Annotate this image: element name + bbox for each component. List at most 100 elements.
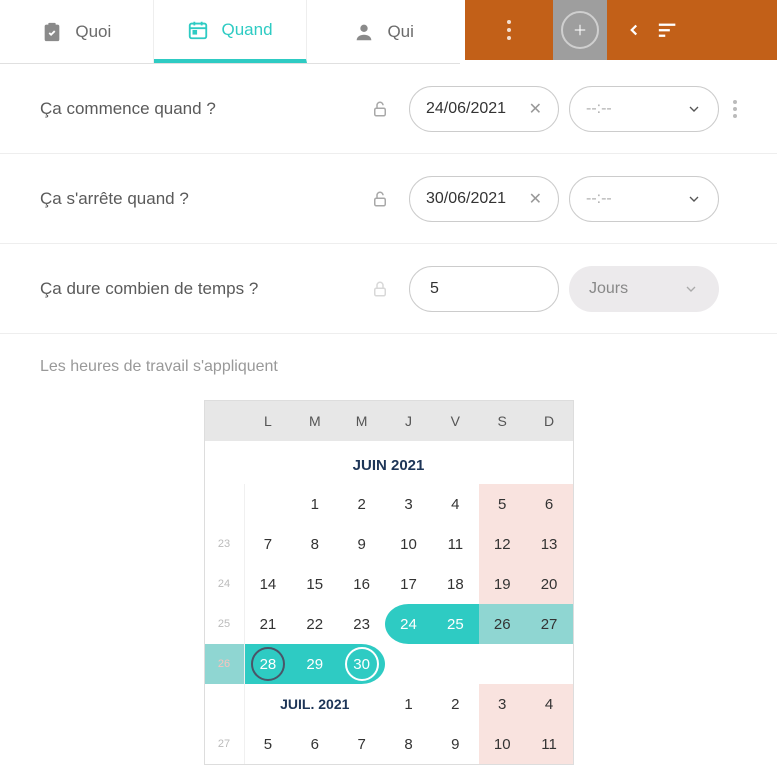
tab-qui[interactable]: Qui [307, 0, 460, 63]
plus-icon [561, 11, 599, 49]
duration-row: Ça dure combien de temps ? 5 Jours [0, 244, 777, 334]
end-time-input[interactable]: --:-- [569, 176, 719, 222]
calendar-day [432, 644, 479, 684]
week-number: 27 [205, 724, 245, 764]
week-number: 24 [205, 564, 245, 604]
weekday: M [291, 401, 338, 441]
calendar-day[interactable]: 21 [245, 604, 292, 644]
start-date-value: 24/06/2021 [426, 100, 506, 118]
end-date-input[interactable]: 30/06/2021 ✕ [409, 176, 559, 222]
calendar-day[interactable]: 7 [338, 724, 385, 764]
calendar-day[interactable]: 6 [291, 724, 338, 764]
start-time-placeholder: --:-- [586, 100, 612, 118]
week-number: 26 [205, 644, 245, 684]
calendar-day[interactable]: 8 [291, 524, 338, 564]
calendar-day[interactable]: 5 [245, 724, 292, 764]
calendar-day[interactable]: 29 [291, 644, 338, 684]
calendar-day[interactable]: 18 [432, 564, 479, 604]
tab-quand[interactable]: Quand [154, 0, 308, 63]
weekday: D [526, 401, 573, 441]
unlock-icon[interactable] [371, 100, 389, 118]
calendar: L M M J V S D JUIN 2021 1 2 3 4 5 6 23 7… [204, 400, 574, 765]
weekday: L [245, 401, 292, 441]
clear-icon[interactable]: ✕ [529, 189, 542, 209]
chevron-left-icon[interactable] [625, 21, 643, 39]
calendar-day[interactable]: 7 [245, 524, 292, 564]
calendar-day[interactable]: 19 [479, 564, 526, 604]
week-number: 25 [205, 604, 245, 644]
tab-quoi[interactable]: Quoi [0, 0, 154, 63]
sort-icon[interactable] [657, 19, 679, 41]
weekday: J [385, 401, 432, 441]
calendar-day[interactable]: 13 [526, 524, 573, 564]
work-hours-note: Les heures de travail s'appliquent [0, 334, 777, 400]
calendar-day[interactable]: 3 [479, 684, 526, 724]
clear-icon[interactable]: ✕ [529, 99, 542, 119]
duration-unit-select[interactable]: Jours [569, 266, 719, 312]
calendar-day[interactable]: 10 [385, 524, 432, 564]
unlock-icon[interactable] [371, 190, 389, 208]
calendar-day[interactable]: 1 [291, 484, 338, 524]
calendar-day[interactable]: 17 [385, 564, 432, 604]
calendar-day[interactable]: 20 [526, 564, 573, 604]
toolbar-orange-left [465, 0, 553, 60]
calendar-day[interactable]: 8 [385, 724, 432, 764]
calendar-day[interactable]: 27 [526, 604, 573, 644]
week-number: 23 [205, 524, 245, 564]
calendar-day[interactable]: 25 [432, 604, 479, 644]
tab-label: Quand [221, 20, 272, 40]
calendar-day[interactable]: 4 [432, 484, 479, 524]
calendar-day-range-end[interactable]: 30 [338, 644, 385, 684]
calendar-day-range-start[interactable]: 24 [385, 604, 432, 644]
calendar-day[interactable]: 11 [432, 524, 479, 564]
calendar-row: 24 14 15 16 17 18 19 20 [205, 564, 573, 604]
duration-input[interactable]: 5 [409, 266, 559, 312]
calendar-day[interactable]: 11 [526, 724, 573, 764]
calendar-day[interactable]: 4 [526, 684, 573, 724]
top-toolbar [465, 0, 777, 60]
weekday: V [432, 401, 479, 441]
start-date-input[interactable]: 24/06/2021 ✕ [409, 86, 559, 132]
calendar-day[interactable]: 9 [432, 724, 479, 764]
toolbar-menu-icon[interactable] [499, 0, 519, 60]
tab-label: Qui [387, 22, 413, 42]
calendar-row: 26 28 29 30 [205, 644, 573, 684]
calendar-row: 25 21 22 23 24 25 26 27 [205, 604, 573, 644]
calendar-day[interactable]: 10 [479, 724, 526, 764]
end-label: Ça s'arrête quand ? [40, 189, 371, 209]
tab-label: Quoi [75, 22, 111, 42]
toolbar-add[interactable] [553, 0, 607, 60]
calendar-icon [187, 19, 209, 41]
weekday: S [479, 401, 526, 441]
calendar-day[interactable]: 23 [338, 604, 385, 644]
calendar-day[interactable]: 15 [291, 564, 338, 604]
calendar-day[interactable]: 2 [432, 684, 479, 724]
calendar-month-label: JUIN 2021 [205, 441, 573, 484]
chevron-down-icon [683, 281, 699, 297]
start-label: Ça commence quand ? [40, 99, 371, 119]
calendar-day[interactable]: 26 [479, 604, 526, 644]
toolbar-orange-right [607, 0, 777, 60]
calendar-day[interactable]: 12 [479, 524, 526, 564]
calendar-day[interactable]: 16 [338, 564, 385, 604]
calendar-day[interactable]: 22 [291, 604, 338, 644]
week-number [205, 684, 245, 724]
duration-value: 5 [430, 280, 439, 298]
clipboard-icon [41, 21, 63, 43]
calendar-day[interactable]: 3 [385, 484, 432, 524]
end-time-placeholder: --:-- [586, 190, 612, 208]
calendar-day[interactable]: 5 [479, 484, 526, 524]
calendar-day[interactable] [245, 484, 292, 524]
calendar-row: 27 5 6 7 8 9 10 11 [205, 724, 573, 764]
calendar-day[interactable]: 6 [526, 484, 573, 524]
calendar-day-today[interactable]: 28 [245, 644, 292, 684]
calendar-weekday-header: L M M J V S D [205, 401, 573, 441]
calendar-day[interactable]: 9 [338, 524, 385, 564]
chevron-down-icon [686, 101, 702, 117]
start-time-input[interactable]: --:-- [569, 86, 719, 132]
calendar-day[interactable]: 1 [385, 684, 432, 724]
calendar-day[interactable]: 14 [245, 564, 292, 604]
row-menu-icon[interactable] [733, 100, 737, 118]
calendar-month-label: JUIL. 2021 [245, 684, 386, 724]
calendar-day[interactable]: 2 [338, 484, 385, 524]
